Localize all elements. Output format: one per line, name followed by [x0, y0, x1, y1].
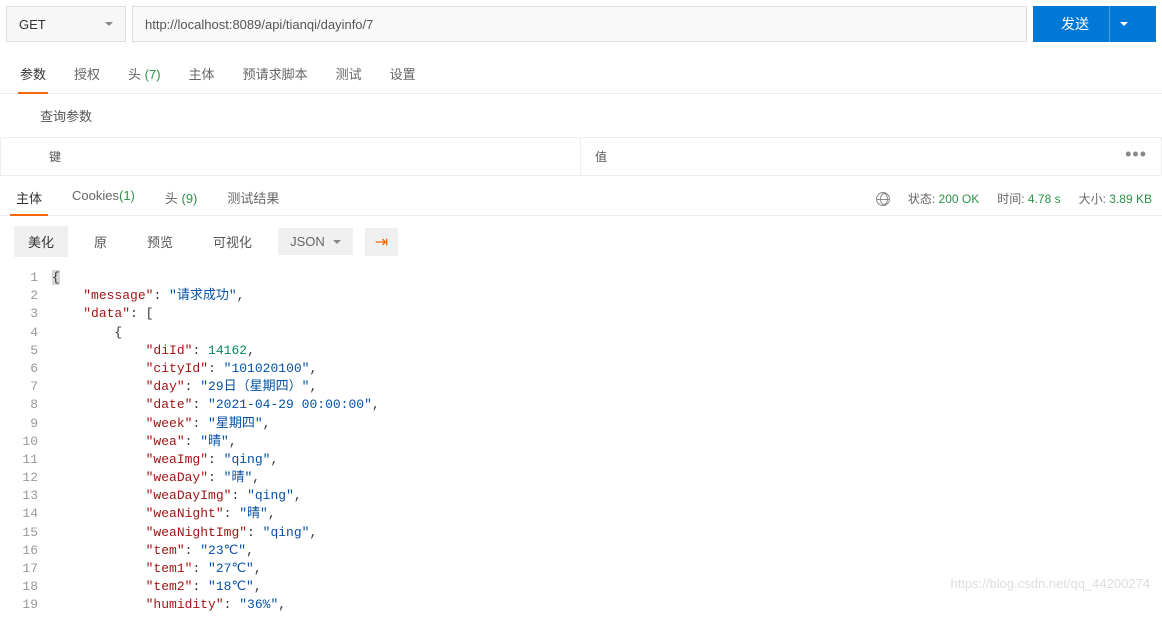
- request-tabs: 参数授权头 (7) 主体预请求脚本测试设置: [0, 48, 1162, 94]
- globe-icon[interactable]: [876, 192, 890, 206]
- tab-测试[interactable]: 测试: [334, 56, 364, 93]
- tab-预请求脚本[interactable]: 预请求脚本: [241, 56, 310, 93]
- tab-头[interactable]: 头 (9): [159, 182, 204, 215]
- time-block: 时间: 4.78 s: [997, 190, 1060, 207]
- wrap-icon[interactable]: ⇥: [365, 228, 398, 256]
- chevron-down-icon: [333, 240, 341, 244]
- method-label: GET: [19, 17, 46, 32]
- chevron-down-icon: [105, 22, 113, 26]
- visualize-button[interactable]: 可视化: [199, 226, 266, 257]
- tab-头[interactable]: 头 (7): [126, 56, 163, 93]
- code-body[interactable]: { "message": "请求成功", "data": [ { "diId":…: [52, 267, 1162, 617]
- code-area: 12345678910111213141516171819 { "message…: [0, 267, 1162, 617]
- tab-Cookies[interactable]: Cookies(1): [66, 182, 141, 215]
- kv-header: 键 值 •••: [0, 137, 1162, 176]
- value-header: 值: [581, 138, 1111, 175]
- url-input[interactable]: [132, 6, 1027, 42]
- send-label: 发送: [1061, 14, 1089, 34]
- size-block: 大小: 3.89 KB: [1079, 190, 1152, 207]
- format-select[interactable]: JSON: [278, 228, 353, 255]
- response-tabs: 主体 Cookies(1) 头 (9) 测试结果 状态: 200 OK 时间: 4.7…: [0, 176, 1162, 216]
- raw-button[interactable]: 原: [80, 226, 121, 257]
- chevron-down-icon: [1120, 22, 1128, 26]
- more-icon[interactable]: •••: [1111, 138, 1161, 175]
- method-select[interactable]: GET: [6, 6, 126, 42]
- key-header: 键: [1, 138, 581, 175]
- tab-测试结果[interactable]: 测试结果: [221, 182, 285, 215]
- send-button[interactable]: 发送: [1033, 6, 1156, 42]
- tab-主体[interactable]: 主体: [10, 182, 48, 215]
- tab-主体[interactable]: 主体: [187, 56, 217, 93]
- line-gutter: 12345678910111213141516171819: [0, 267, 52, 617]
- view-toolbar: 美化 原 预览 可视化 JSON ⇥: [0, 216, 1162, 267]
- divider: [1109, 6, 1110, 42]
- preview-button[interactable]: 预览: [133, 226, 187, 257]
- tab-设置[interactable]: 设置: [388, 56, 418, 93]
- pretty-button[interactable]: 美化: [14, 226, 68, 257]
- query-params-title: 查询参数: [0, 94, 1162, 137]
- tab-参数[interactable]: 参数: [18, 56, 48, 93]
- tab-授权[interactable]: 授权: [72, 56, 102, 93]
- status-block: 状态: 200 OK: [908, 190, 979, 207]
